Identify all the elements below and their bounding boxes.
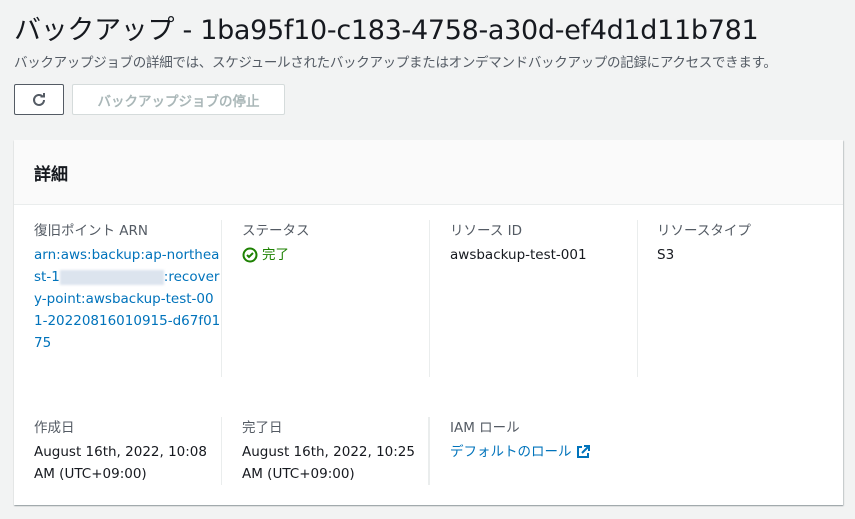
created-field: 作成日 August 16th, 2022, 10:08 AM (UTC+09:…: [34, 417, 222, 485]
field-value: awsbackup-test-001: [450, 247, 587, 263]
iam-role-field: IAM ロール デフォルトのロール: [450, 417, 638, 485]
redacted-account-id: [59, 269, 164, 285]
page-title: バックアップ - 1ba95f10-c183-4758-a30d-ef4d1d1…: [14, 15, 759, 46]
completed-field: 完了日 August 16th, 2022, 10:25 AM (UTC+09:…: [242, 417, 430, 485]
details-panel: 詳細 復旧ポイント ARN arn:aws:backup:ap-northeas…: [14, 140, 843, 505]
refresh-button[interactable]: [14, 84, 64, 115]
status-field: ステータス 完了: [242, 220, 430, 377]
field-label: リソース ID: [450, 223, 522, 239]
recovery-point-field: 復旧ポイント ARN arn:aws:backup:ap-northeast-1…: [34, 220, 222, 377]
field-label: IAM ロール: [450, 420, 520, 436]
details-title: 詳細: [14, 140, 843, 205]
field-label: リソースタイプ: [657, 223, 751, 239]
check-circle-icon: [242, 247, 258, 263]
field-label: 作成日: [34, 420, 75, 436]
field-label: 復旧ポイント ARN: [34, 223, 149, 239]
iam-role-link[interactable]: デフォルトのロール: [450, 441, 638, 463]
resource-id-field: リソース ID awsbackup-test-001: [450, 220, 638, 377]
field-value: S3: [657, 247, 675, 263]
field-value: August 16th, 2022, 10:08 AM (UTC+09:00): [34, 444, 207, 482]
field-value: August 16th, 2022, 10:25 AM (UTC+09:00): [242, 444, 415, 482]
stop-backup-job-button[interactable]: バックアップジョブの停止: [72, 84, 285, 115]
resource-type-field: リソースタイプ S3: [657, 220, 845, 266]
external-link-icon: [576, 445, 590, 458]
page-description: バックアップジョブの詳細では、スケジュールされたバックアップまたはオンデマンドバ…: [14, 55, 777, 71]
field-label: ステータス: [242, 223, 310, 239]
recovery-point-arn-link[interactable]: arn:aws:backup:ap-northeast-1:recovery-p…: [34, 247, 220, 351]
field-label: 完了日: [242, 420, 283, 436]
refresh-icon: [33, 92, 45, 106]
divider: [428, 417, 429, 485]
status-badge: 完了: [242, 244, 429, 266]
